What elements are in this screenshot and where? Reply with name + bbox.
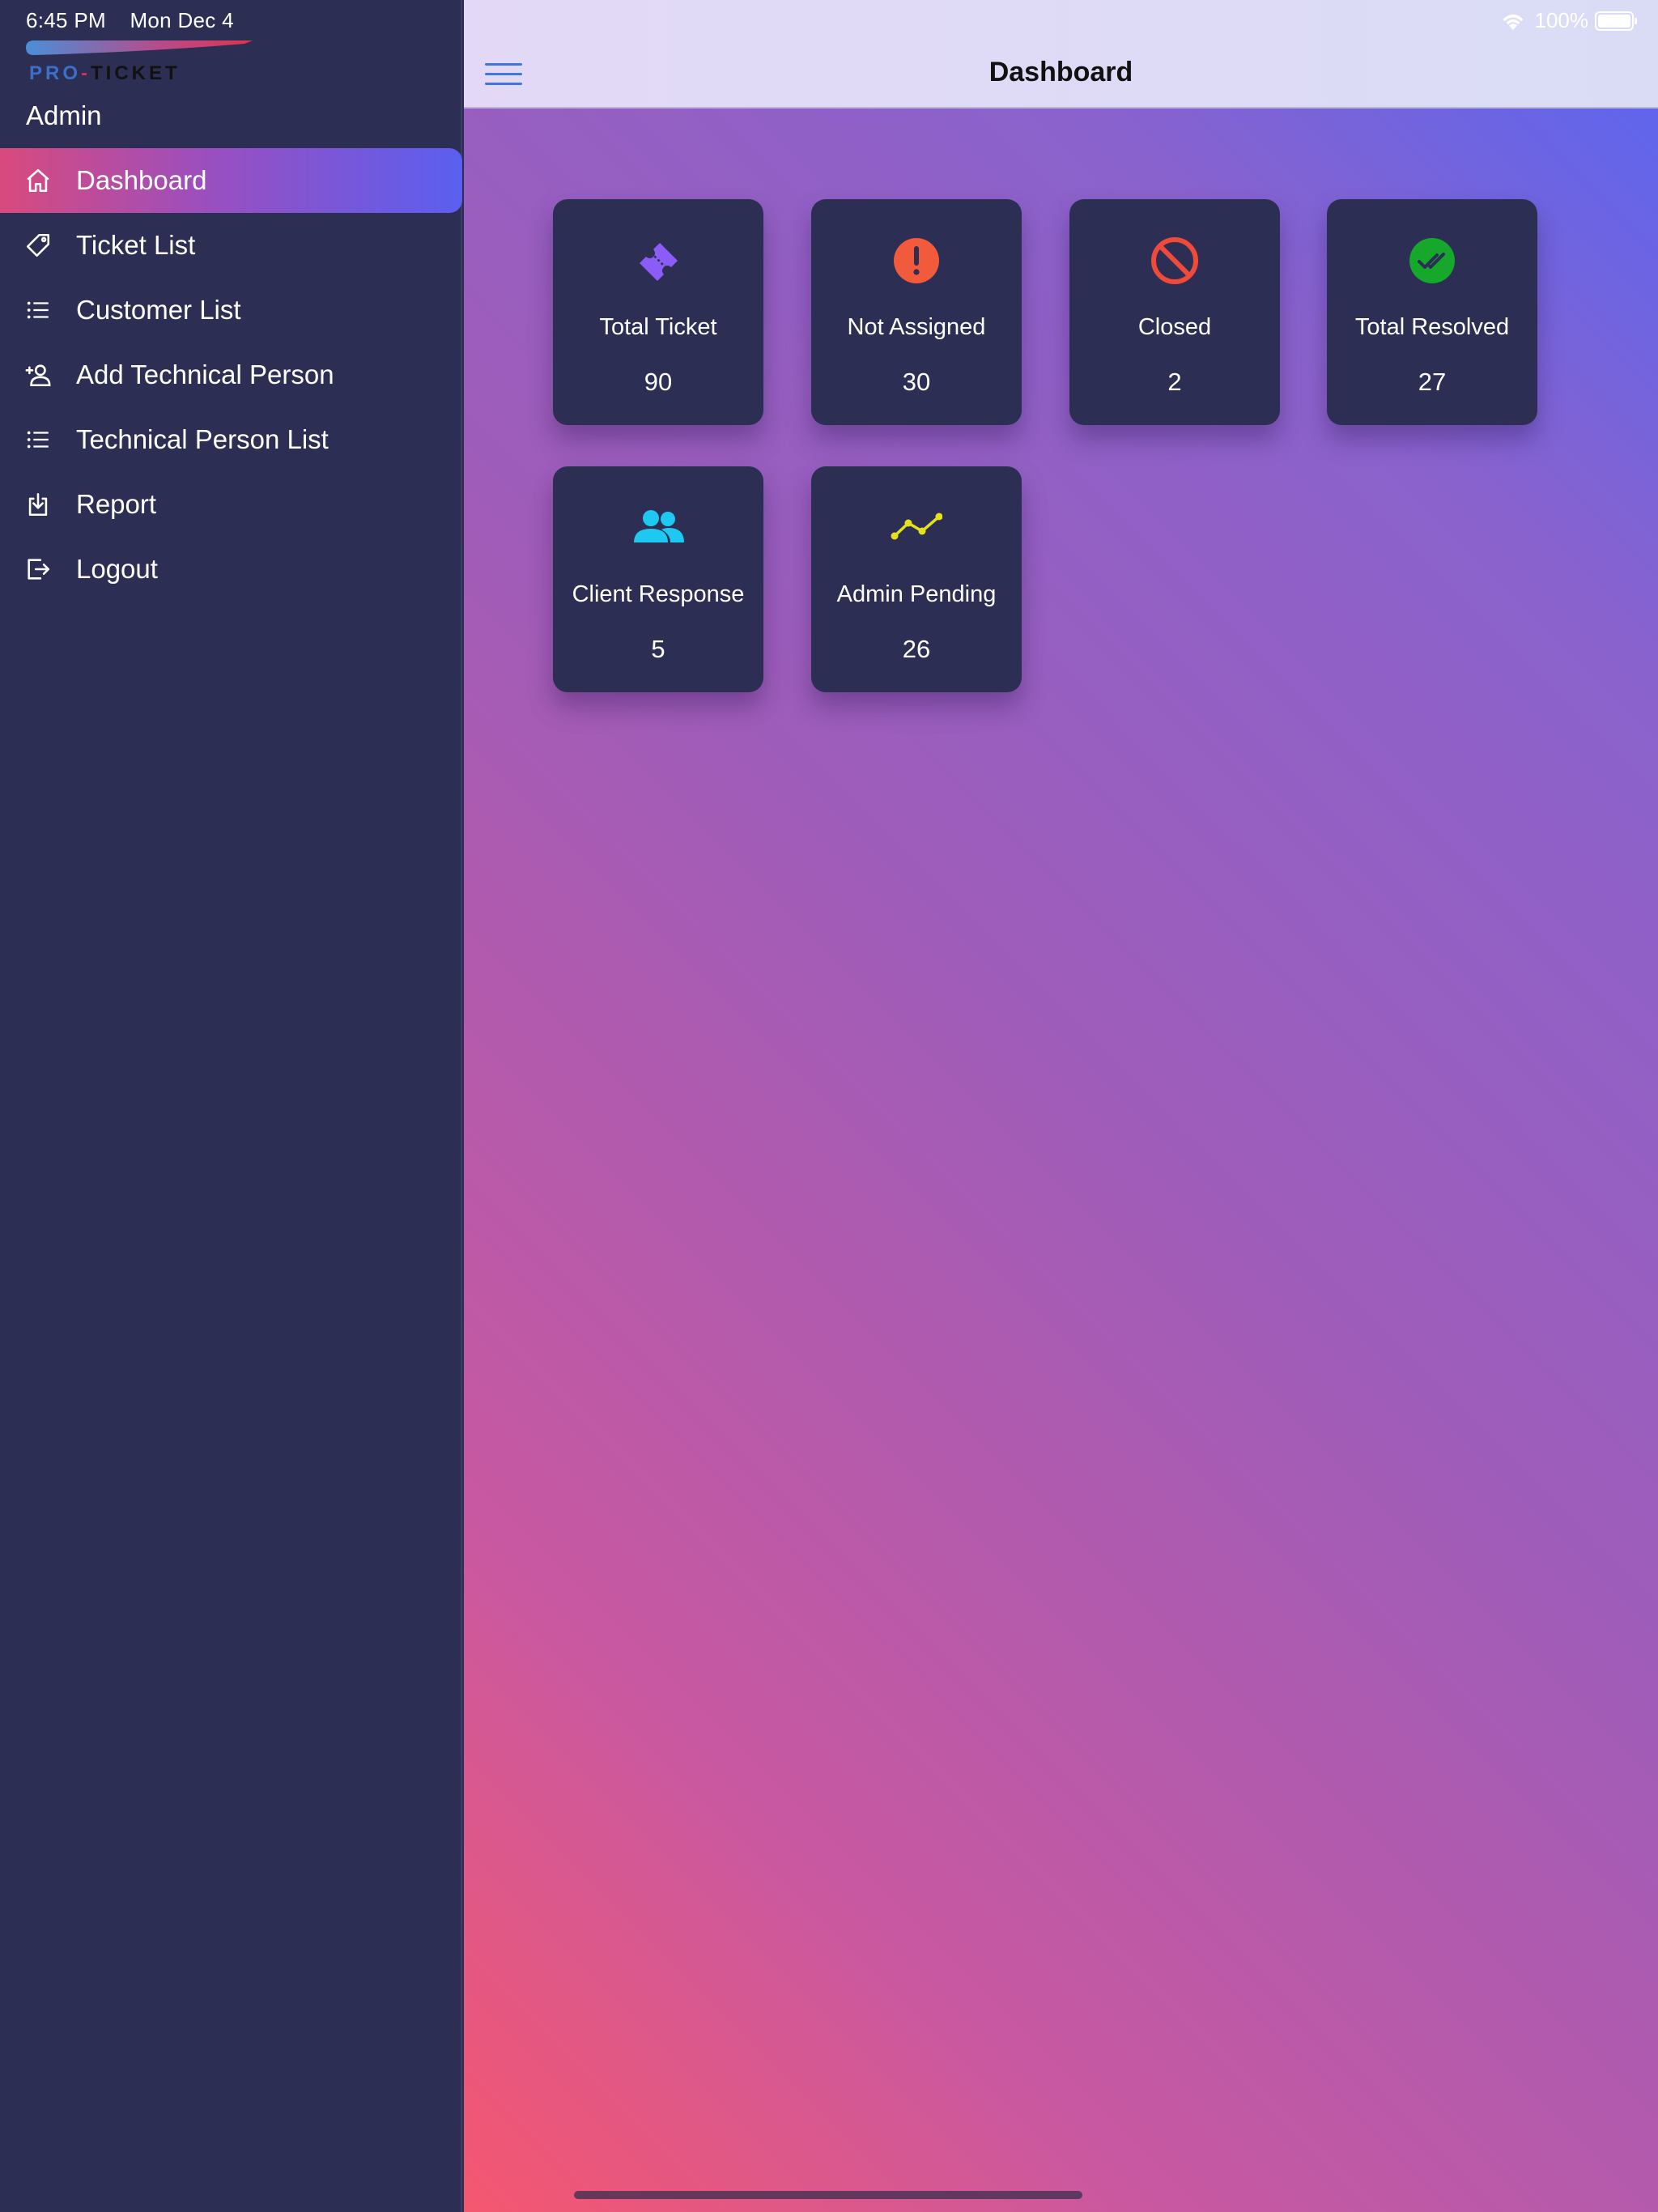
status-date: Mon Dec 4 — [130, 8, 234, 32]
card-value: 26 — [902, 635, 931, 663]
card-label: Closed — [1137, 314, 1212, 340]
sidebar-item-ticket-list[interactable]: Ticket List — [0, 213, 462, 278]
battery-icon — [1595, 11, 1637, 31]
sidebar-item-label: Add Technical Person — [76, 359, 334, 389]
battery-percent: 100% — [1534, 8, 1589, 32]
card-value: 30 — [902, 368, 931, 396]
home-icon — [27, 168, 49, 193]
card-label: Not Assigned — [847, 314, 986, 340]
list-icon — [27, 301, 49, 319]
home-indicator — [574, 2191, 1082, 2199]
sidebar-item-logout[interactable]: Logout — [0, 537, 462, 602]
status-time: 6:45 PM — [26, 8, 106, 32]
sidebar-item-label: Customer List — [76, 295, 241, 325]
users-icon — [634, 510, 684, 542]
role-label: Admin — [26, 100, 102, 130]
sidebar-item-label: Ticket List — [76, 230, 196, 260]
logo-text: PRO-TICKET — [29, 62, 181, 84]
stat-card-client-response[interactable]: Client Response 5 — [553, 466, 763, 692]
sidebar-item-report[interactable]: Report — [0, 472, 462, 537]
sidebar-item-dashboard[interactable]: Dashboard — [0, 148, 462, 213]
stat-card-total-ticket[interactable]: Total Ticket 90 — [553, 199, 763, 425]
list-icon — [27, 431, 49, 449]
pro-ticket-logo: PRO-TICKET — [26, 40, 253, 84]
sidebar-item-label: Report — [76, 489, 157, 519]
download-icon — [28, 492, 48, 517]
stat-card-closed[interactable]: Closed 2 — [1069, 199, 1280, 425]
logout-icon — [28, 559, 50, 580]
ban-icon — [1151, 237, 1198, 284]
trend-line-icon — [891, 513, 942, 540]
ticket-tag-icon — [26, 233, 50, 257]
card-label: Client Response — [572, 581, 745, 607]
top-bar: 100% Dashboard — [464, 0, 1658, 108]
sidebar-item-label: Logout — [76, 554, 158, 584]
sidebar-item-label: Technical Person List — [76, 424, 329, 454]
card-label: Total Ticket — [599, 314, 717, 340]
alert-circle-icon — [894, 238, 939, 283]
add-person-icon — [25, 364, 51, 387]
sidebar-nav: Dashboard Ticket List Customer List Add … — [0, 148, 462, 602]
ticket-icon — [640, 243, 678, 281]
card-label: Total Resolved — [1354, 314, 1510, 340]
stat-card-total-resolved[interactable]: Total Resolved 27 — [1327, 199, 1537, 425]
double-check-icon — [1409, 238, 1455, 283]
wifi-icon — [1503, 14, 1523, 30]
card-value: 5 — [651, 635, 665, 663]
card-label: Admin Pending — [836, 581, 997, 607]
page-title: Dashboard — [988, 57, 1133, 87]
sidebar-item-technical-person-list[interactable]: Technical Person List — [0, 407, 462, 472]
sidebar-item-add-technical-person[interactable]: Add Technical Person — [0, 342, 462, 407]
card-value: 2 — [1167, 368, 1182, 396]
sidebar: 6:45 PM Mon Dec 4 PRO-TICKET Admin Dashb… — [0, 0, 462, 2212]
main-content: 100% Dashboard Total Ticket 90 Not Assig… — [464, 0, 1658, 2212]
sidebar-item-label: Dashboard — [76, 165, 207, 195]
card-value: 27 — [1418, 368, 1447, 396]
sidebar-item-customer-list[interactable]: Customer List — [0, 278, 462, 342]
stat-card-admin-pending[interactable]: Admin Pending 26 — [811, 466, 1022, 692]
status-bar-left: 6:45 PM Mon Dec 4 — [26, 8, 252, 33]
card-value: 90 — [644, 368, 673, 396]
stat-card-not-assigned[interactable]: Not Assigned 30 — [811, 199, 1022, 425]
status-bar-right: 100% — [1499, 8, 1637, 33]
